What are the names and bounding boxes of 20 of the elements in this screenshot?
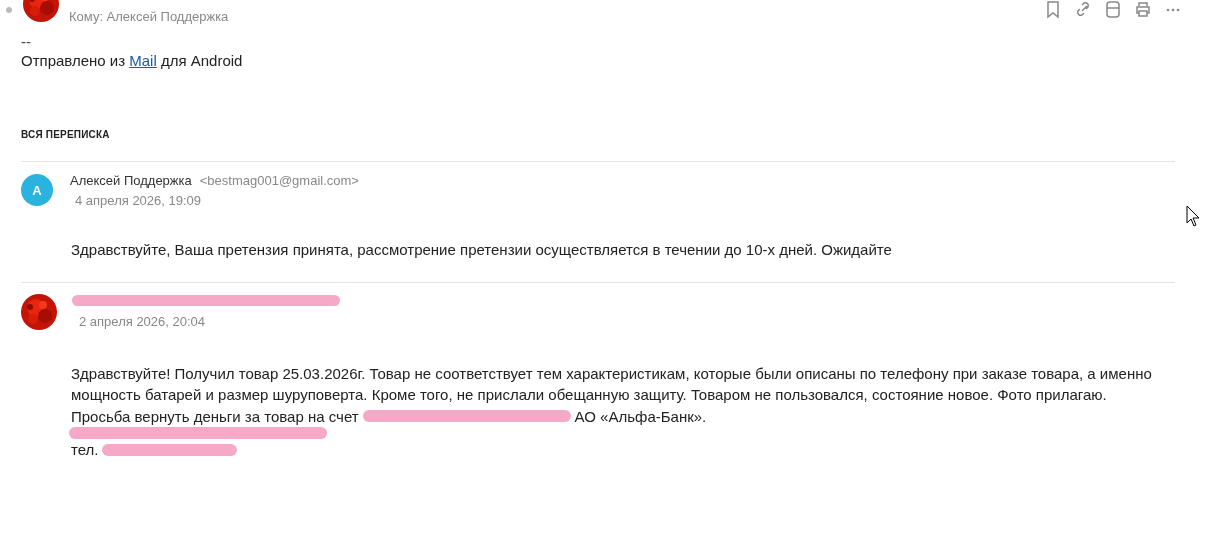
message-date: 4 апреля 2026, 19:09	[75, 192, 203, 210]
thread-heading: ВСЯ ПЕРЕПИСКА	[21, 129, 111, 140]
recipient-line: Кому: Алексей Поддержка	[69, 8, 229, 24]
pointer-icon	[1186, 205, 1200, 227]
sender-email: <bestmag001@gmail.com>	[199, 172, 359, 188]
signature-dashes: --	[21, 34, 32, 50]
message-text: Здравствуйте, Ваша претензия принята, рассмотрение претензии осуществляется в течении до 10-х дней. Ожидайте	[71, 240, 892, 260]
message-text: АО «Альфа-Банк».	[574, 406, 707, 427]
message-date: 2 апреля 2026, 20:04	[79, 312, 207, 331]
message-text: Здравствуйте! Получил товар 25.03.2026г. Товар не соответствует тем характеристикам, которые были описаны по телефону при заказе товара, а именно мощность батарей и размер шуруповерта. Кроме того, не прислали обещанную защиту. Товаром не пользовался, состояние новое. Фото прилагаю.	[71, 363, 1153, 405]
message-text: тел.	[71, 440, 99, 460]
message-text: Просьба вернуть деньги за товар на счет	[71, 406, 359, 427]
signature-text: Отправлено из Mail для Android	[21, 51, 244, 71]
avatar: A	[21, 174, 53, 206]
bookmark-icon[interactable]	[1044, 0, 1062, 20]
unread-dot	[6, 7, 12, 13]
archive-icon[interactable]	[1104, 0, 1122, 20]
print-icon[interactable]	[1134, 0, 1152, 20]
mail-link[interactable]: Mail	[129, 52, 157, 69]
sender-name: Алексей Поддержка	[70, 172, 192, 188]
